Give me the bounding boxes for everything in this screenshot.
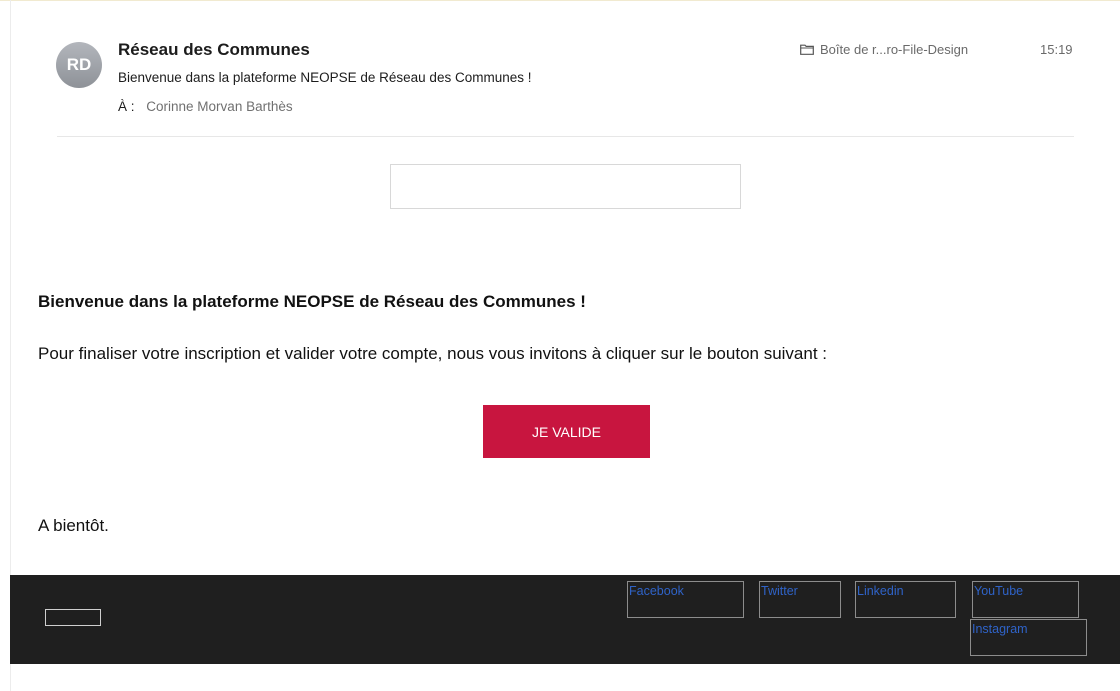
validate-button[interactable]: JE VALIDE <box>483 405 650 458</box>
sender-name[interactable]: Réseau des Communes <box>118 40 310 60</box>
facebook-link[interactable]: Facebook <box>627 581 744 618</box>
recipient-line: À : Corinne Morvan Barthès <box>118 99 293 114</box>
welcome-title: Bienvenue dans la plateforme NEOPSE de R… <box>38 292 586 311</box>
sign-off: A bientôt. <box>38 516 109 535</box>
avatar[interactable]: RD <box>56 42 102 88</box>
email-header: RD Réseau des Communes Bienvenue dans la… <box>0 0 1120 140</box>
welcome-text: Pour finaliser votre inscription et vali… <box>38 344 828 363</box>
recipient-label: À : <box>118 99 135 114</box>
email-time: 15:19 <box>1040 42 1073 57</box>
footer-logo-placeholder <box>45 609 101 626</box>
folder-name: Boîte de r...ro-File-Design <box>820 42 969 57</box>
mailbox-folder[interactable]: Boîte de r...ro-File-Design <box>800 42 968 57</box>
folder-icon <box>800 44 814 55</box>
youtube-link[interactable]: YouTube <box>972 581 1079 618</box>
header-divider <box>57 136 1074 137</box>
linkedin-link[interactable]: Linkedin <box>855 581 956 618</box>
email-footer: Facebook Twitter Linkedin YouTube Instag… <box>10 575 1120 664</box>
instagram-link[interactable]: Instagram <box>970 619 1087 656</box>
recipient-name[interactable]: Corinne Morvan Barthès <box>146 99 292 114</box>
logo-placeholder <box>390 164 741 209</box>
email-subject: Bienvenue dans la plateforme NEOPSE de R… <box>118 70 532 85</box>
twitter-link[interactable]: Twitter <box>759 581 841 618</box>
